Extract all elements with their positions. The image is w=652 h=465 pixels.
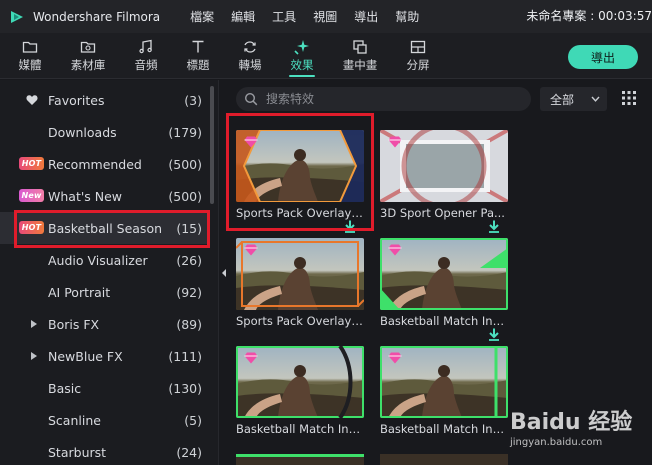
- tab-effects[interactable]: 效果: [283, 33, 321, 79]
- hot-badge: HOT: [19, 157, 44, 170]
- effect-card-partial[interactable]: [236, 454, 364, 465]
- download-icon[interactable]: [488, 328, 500, 341]
- tab-audio[interactable]: 音頻: [128, 33, 164, 79]
- menu-bar: 檔案 編輯 工具 視圖 導出 幫助: [190, 8, 436, 25]
- project-name-timecode: 未命名專案 : 00:03:57: [526, 9, 652, 23]
- sidebar-item-basic[interactable]: Basic (130): [0, 372, 210, 404]
- sidebar-scrollbar[interactable]: [210, 86, 214, 204]
- effects-category-sidebar: Favorites (3) Downloads (179) HOT Recomm…: [0, 80, 218, 465]
- music-note-icon: [139, 39, 152, 54]
- menu-help[interactable]: 幫助: [395, 8, 419, 25]
- menu-tools[interactable]: 工具: [272, 8, 296, 25]
- search-input[interactable]: [266, 87, 526, 111]
- app-title: Wondershare Filmora: [33, 9, 161, 24]
- effect-title: Basketball Match Intr...: [380, 314, 508, 328]
- baidu-jingyan-watermark: Baidu 经验 jingyan.baidu.com: [510, 404, 633, 448]
- image-folder-icon: [80, 41, 96, 53]
- premium-diamond-icon: [388, 352, 402, 364]
- export-button[interactable]: 導出: [568, 45, 638, 69]
- effect-title: Basketball Match Intr...: [380, 422, 508, 436]
- sidebar-item-starburst[interactable]: Starburst (24): [0, 436, 210, 465]
- tab-split-screen[interactable]: 分屏: [400, 33, 436, 79]
- title-bar: Wondershare Filmora 檔案 編輯 工具 視圖 導出 幫助 未命…: [0, 0, 652, 33]
- expand-arrow-icon[interactable]: [30, 351, 38, 361]
- menu-view[interactable]: 視圖: [313, 8, 337, 25]
- effects-sparkle-icon: [294, 40, 309, 55]
- menu-file[interactable]: 檔案: [190, 8, 214, 25]
- effect-title: Sports Pack Overlay 01: [236, 314, 364, 328]
- sidebar-item-boris-fx[interactable]: Boris FX (89): [0, 308, 210, 340]
- sidebar-item-newblue-fx[interactable]: NewBlue FX (111): [0, 340, 210, 372]
- collapse-sidebar-arrow-icon[interactable]: [221, 268, 227, 278]
- text-t-icon: [192, 40, 204, 53]
- chevron-down-icon: [591, 96, 600, 102]
- sidebar-item-whats-new[interactable]: New What's New (500): [0, 180, 210, 212]
- annotation-highlight-box: [226, 113, 374, 231]
- menu-edit[interactable]: 編輯: [231, 8, 255, 25]
- tab-transitions[interactable]: 轉場: [232, 33, 268, 79]
- picture-in-picture-icon: [353, 40, 367, 54]
- filter-selected-value: 全部: [550, 93, 575, 107]
- effect-title: Basketball Match Intr...: [236, 422, 364, 436]
- sidebar-item-scanline[interactable]: Scanline (5): [0, 404, 210, 436]
- grid-view-icon[interactable]: [622, 91, 636, 105]
- menu-export[interactable]: 導出: [354, 8, 378, 25]
- download-icon[interactable]: [488, 220, 500, 233]
- premium-diamond-icon: [244, 244, 258, 256]
- search-icon: [244, 92, 258, 106]
- filter-dropdown[interactable]: 全部: [540, 87, 607, 111]
- active-tab-underline: [289, 75, 315, 77]
- effect-title: 3D Sport Opener Pa...: [380, 206, 505, 220]
- premium-diamond-icon: [388, 136, 402, 148]
- premium-diamond-icon: [388, 244, 402, 256]
- sidebar-item-ai-portrait[interactable]: AI Portrait (92): [0, 276, 210, 308]
- heart-icon: [26, 95, 38, 105]
- new-badge: New: [19, 189, 44, 202]
- watermark-url: jingyan.baidu.com: [510, 437, 603, 448]
- sidebar-item-favorites[interactable]: Favorites (3): [0, 84, 210, 116]
- filmora-logo-icon: [11, 10, 23, 23]
- search-box: [236, 87, 531, 111]
- main-toolbar: 媒體 素材庫 音頻 標題 轉場 效果 畫中畫 分屏 導出: [0, 33, 652, 79]
- expand-arrow-icon[interactable]: [30, 319, 38, 329]
- watermark-brand: Baidu 经验: [510, 410, 633, 435]
- tab-stock-media[interactable]: 素材庫: [66, 33, 110, 79]
- tab-media[interactable]: 媒體: [12, 33, 48, 79]
- premium-diamond-icon: [244, 352, 258, 364]
- split-screen-icon: [410, 40, 426, 54]
- sidebar-item-audio-visualizer[interactable]: Audio Visualizer (26): [0, 244, 210, 276]
- tab-picture-in-picture[interactable]: 畫中畫: [338, 33, 382, 79]
- sidebar-item-downloads[interactable]: Downloads (179): [0, 116, 210, 148]
- folder-icon: [22, 41, 38, 53]
- transition-icon: [244, 41, 256, 53]
- tab-titles[interactable]: 標題: [180, 33, 216, 79]
- sidebar-item-recommended[interactable]: HOT Recommended (500): [0, 148, 210, 180]
- annotation-highlight-box: [14, 210, 210, 248]
- effect-card-partial[interactable]: [380, 454, 508, 465]
